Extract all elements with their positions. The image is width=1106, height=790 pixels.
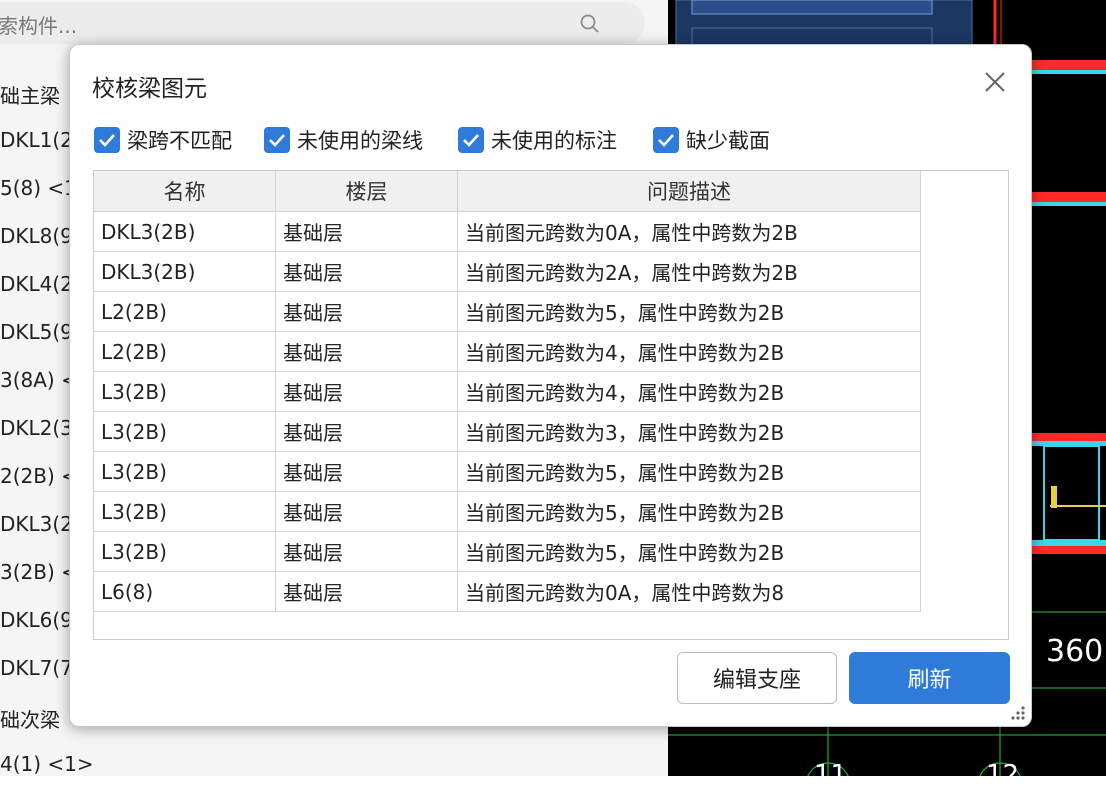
cell-floor: 基础层: [275, 251, 458, 292]
checkbox-missing-section[interactable]: 缺少截面: [653, 125, 770, 155]
column-header-floor[interactable]: 楼层: [275, 171, 458, 212]
checkbox-checked-icon[interactable]: [94, 127, 120, 153]
cell-description: 当前图元跨数为0A，属性中跨数为8: [457, 571, 921, 612]
cell-floor: 基础层: [275, 571, 458, 612]
cell-floor: 基础层: [275, 451, 458, 492]
cell-description: 当前图元跨数为5，属性中跨数为2B: [457, 531, 921, 572]
checkbox-label: 未使用的梁线: [297, 129, 423, 153]
cell-floor: 基础层: [275, 291, 458, 332]
table-row[interactable]: L3(2B) 基础层 当前图元跨数为4，属性中跨数为2B: [94, 371, 921, 412]
table-row[interactable]: L3(2B) 基础层 当前图元跨数为5，属性中跨数为2B: [94, 531, 921, 572]
cad-dimension-text: 360: [1046, 634, 1104, 669]
cell-name: L3(2B): [94, 371, 276, 412]
cell-floor: 基础层: [275, 411, 458, 452]
cell-name: L2(2B): [94, 331, 276, 372]
checkbox-unused-annotations[interactable]: 未使用的标注: [458, 125, 617, 155]
checkbox-span-mismatch[interactable]: 梁跨不匹配: [94, 125, 232, 155]
cell-description: 当前图元跨数为0A，属性中跨数为2B: [457, 211, 921, 252]
check-beam-dialog: 校核梁图元 梁跨不匹配 未使用的梁线 未使用的标注 缺少截面 名称 楼层 问题描…: [69, 44, 1032, 727]
column-header-description[interactable]: 问题描述: [457, 171, 921, 212]
checkbox-label: 未使用的标注: [491, 129, 617, 153]
cell-description: 当前图元跨数为5，属性中跨数为2B: [457, 291, 921, 332]
table-header-row: 名称 楼层 问题描述: [94, 171, 921, 212]
cell-floor: 基础层: [275, 331, 458, 372]
cell-floor: 基础层: [275, 371, 458, 412]
cell-description: 当前图元跨数为4，属性中跨数为2B: [457, 371, 921, 412]
table-row[interactable]: L6(8) 基础层 当前图元跨数为0A，属性中跨数为8: [94, 571, 921, 612]
tree-item[interactable]: 5(8) <1: [0, 176, 77, 200]
checkbox-checked-icon[interactable]: [653, 127, 679, 153]
cell-description: 当前图元跨数为3，属性中跨数为2B: [457, 411, 921, 452]
checkbox-label: 缺少截面: [686, 129, 770, 153]
cad-axis-label-11: 11: [814, 760, 848, 790]
table-row[interactable]: L3(2B) 基础层 当前图元跨数为3，属性中跨数为2B: [94, 411, 921, 452]
cell-name: L3(2B): [94, 411, 276, 452]
cell-name: L3(2B): [94, 531, 276, 572]
cell-name: L3(2B): [94, 491, 276, 532]
tree-item[interactable]: 础次梁: [0, 704, 60, 733]
cell-name: L6(8): [94, 571, 276, 612]
dialog-title: 校核梁图元: [92, 76, 207, 102]
tree-item[interactable]: 2(2B) <: [0, 464, 78, 488]
tree-item[interactable]: 础主梁: [0, 80, 60, 109]
table-row[interactable]: L3(2B) 基础层 当前图元跨数为5，属性中跨数为2B: [94, 491, 921, 532]
cell-name: L2(2B): [94, 291, 276, 332]
search-placeholder: 索构件...: [0, 14, 78, 38]
tree-item[interactable]: 3(8A) <: [0, 368, 78, 392]
tree-item[interactable]: 3(2B) <: [0, 560, 78, 584]
table-row[interactable]: L3(2B) 基础层 当前图元跨数为5，属性中跨数为2B: [94, 451, 921, 492]
table-row[interactable]: L2(2B) 基础层 当前图元跨数为4，属性中跨数为2B: [94, 331, 921, 372]
resize-grip-icon[interactable]: [1008, 703, 1026, 721]
tree-item[interactable]: 4(1) <1>: [0, 752, 94, 776]
cell-floor: 基础层: [275, 491, 458, 532]
table-row[interactable]: L2(2B) 基础层 当前图元跨数为5，属性中跨数为2B: [94, 291, 921, 332]
column-header-name[interactable]: 名称: [94, 171, 276, 212]
cell-description: 当前图元跨数为5，属性中跨数为2B: [457, 491, 921, 532]
search-icon[interactable]: [580, 14, 600, 34]
checkbox-checked-icon[interactable]: [264, 127, 290, 153]
issues-table: 名称 楼层 问题描述 DKL3(2B) 基础层 当前图元跨数为0A，属性中跨数为2B…: [93, 170, 1009, 640]
table-row[interactable]: DKL3(2B) 基础层 当前图元跨数为2A，属性中跨数为2B: [94, 251, 921, 292]
cell-name: DKL3(2B): [94, 251, 276, 292]
cell-name: DKL3(2B): [94, 211, 276, 252]
cell-description: 当前图元跨数为2A，属性中跨数为2B: [457, 251, 921, 292]
cell-description: 当前图元跨数为4，属性中跨数为2B: [457, 331, 921, 372]
cell-name: L3(2B): [94, 451, 276, 492]
table-row[interactable]: DKL3(2B) 基础层 当前图元跨数为0A，属性中跨数为2B: [94, 211, 921, 252]
checkbox-label: 梁跨不匹配: [127, 129, 232, 153]
checkbox-checked-icon[interactable]: [458, 127, 484, 153]
search-input[interactable]: 索构件...: [0, 2, 645, 44]
cell-floor: 基础层: [275, 531, 458, 572]
edit-support-button[interactable]: 编辑支座: [677, 652, 837, 704]
cad-axis-label-12: 12: [986, 760, 1020, 790]
cell-description: 当前图元跨数为5，属性中跨数为2B: [457, 451, 921, 492]
refresh-button[interactable]: 刷新: [849, 652, 1010, 704]
checkbox-unused-beam-lines[interactable]: 未使用的梁线: [264, 125, 423, 155]
cell-floor: 基础层: [275, 211, 458, 252]
close-icon[interactable]: [980, 67, 1010, 97]
